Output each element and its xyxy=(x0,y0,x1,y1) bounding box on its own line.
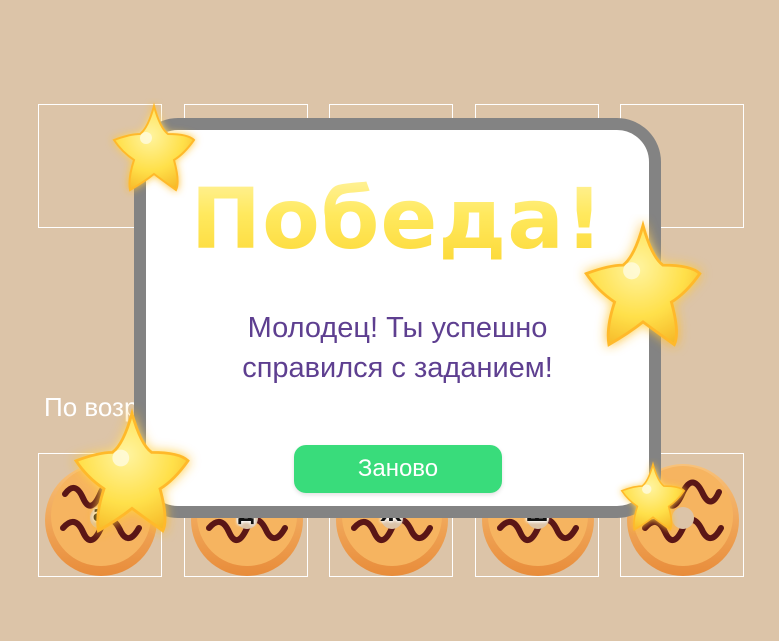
restart-button[interactable]: Заново xyxy=(294,445,502,493)
victory-message-line-2: справился с заданием! xyxy=(242,352,553,384)
victory-message: Молодец! Ты успешно справился с заданием… xyxy=(186,308,609,388)
star-icon xyxy=(73,407,190,534)
star-icon xyxy=(112,102,196,192)
victory-message-line-1: Молодец! Ты успешно xyxy=(247,312,548,344)
star-icon xyxy=(620,461,686,531)
star-icon xyxy=(584,219,702,347)
